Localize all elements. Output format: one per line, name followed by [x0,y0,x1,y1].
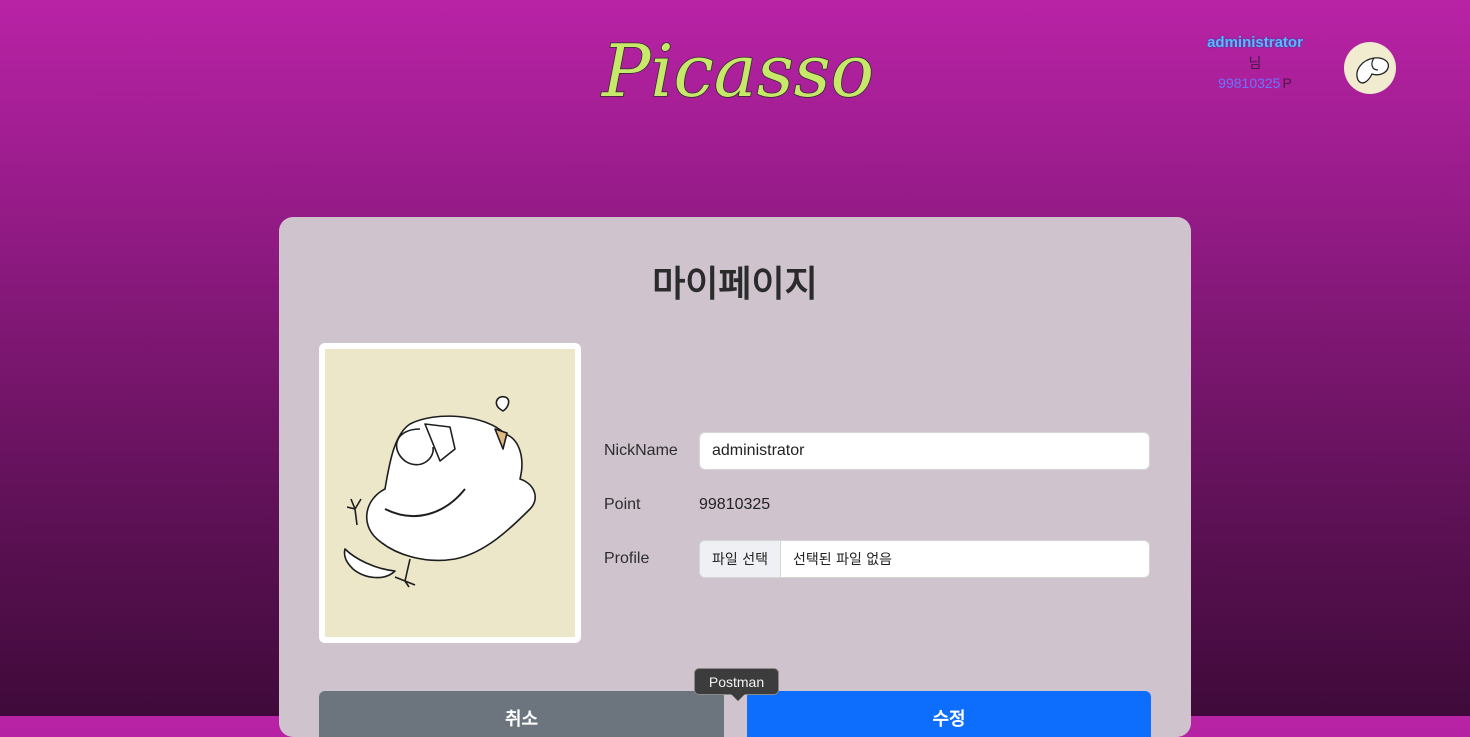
profile-label: Profile [604,550,650,567]
picasso-logo[interactable]: Picasso [598,24,878,114]
user-info: administrator 님 99810325 P [1190,32,1320,91]
user-points: 99810325 [1218,75,1281,91]
nickname-label: NickName [604,442,678,459]
point-value: 99810325 [699,496,771,513]
profile-image-frame [319,343,581,643]
tooltip: Postman [694,668,779,695]
user-points-unit: P [1282,75,1292,91]
edit-button[interactable]: 수정 [747,691,1151,737]
profile-image [325,349,575,637]
page-title: 마이페이지 [652,264,818,305]
chick-drawing-icon [343,395,536,588]
profile-file-input[interactable]: 파일 선택 선택된 파일 없음 [699,540,1150,578]
choose-file-button[interactable]: 파일 선택 [700,541,781,577]
nickname-input[interactable] [699,432,1150,470]
point-row: Point 99810325 [604,486,1150,524]
mypage-card: 마이페이지 NickName Point [279,217,1191,737]
cancel-button[interactable]: 취소 [319,691,724,737]
profile-row: Profile 파일 선택 선택된 파일 없음 [604,540,1150,578]
tooltip-arrow [731,694,745,701]
avatar[interactable] [1344,42,1396,94]
file-status-text: 선택된 파일 없음 [792,552,893,568]
user-honorific: 님 [1248,56,1262,72]
point-label: Point [604,496,641,513]
user-points-row: 99810325 P [1190,75,1320,91]
nickname-row: NickName [604,432,1150,470]
chick-drawing-avatar-icon [1356,57,1390,84]
logo-text: Picasso [600,29,874,113]
user-name[interactable]: administrator [1190,34,1320,51]
